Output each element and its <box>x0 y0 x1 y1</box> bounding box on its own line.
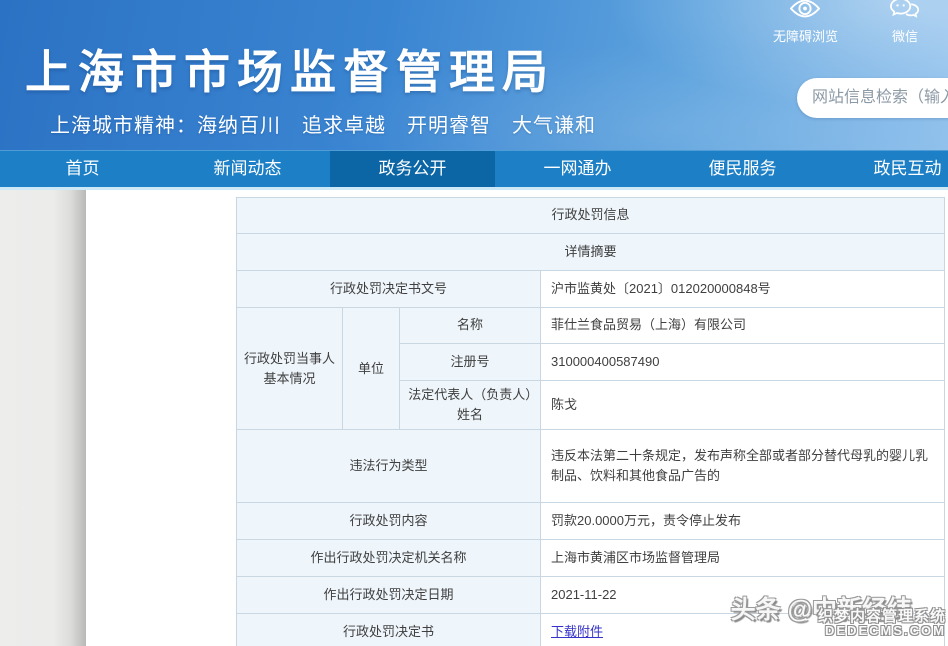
table-subtitle: 详情摘要 <box>237 234 945 271</box>
eye-icon <box>790 0 820 24</box>
wechat-button[interactable]: 微信 <box>890 0 920 45</box>
nav-tab-gov-affairs[interactable]: 政务公开 <box>330 151 495 187</box>
table-title: 行政处罚信息 <box>237 198 945 234</box>
nav-tab-one-stop[interactable]: 一网通办 <box>495 151 660 187</box>
party-info-label: 行政处罚当事人基本情况 <box>237 308 343 430</box>
decision-date-label: 作出行政处罚决定日期 <box>237 577 541 614</box>
decision-doc-label: 行政处罚决定书 <box>237 614 541 646</box>
site-search <box>797 78 948 118</box>
doc-no-value: 沪市监黄处〔2021〕012020000848号 <box>541 271 945 308</box>
unit-label: 单位 <box>343 308 400 430</box>
content-area: 行政处罚信息 详情摘要 行政处罚决定书文号 沪市监黄处〔2021〕0120200… <box>0 190 948 646</box>
wechat-icon <box>890 0 920 24</box>
name-label: 名称 <box>400 308 541 344</box>
penalty-content-label: 行政处罚内容 <box>237 503 541 540</box>
utility-bar: 无障碍浏览 微信 <box>773 0 920 45</box>
accessibility-label: 无障碍浏览 <box>773 26 838 45</box>
main-nav: 首页 新闻动态 政务公开 一网通办 便民服务 政民互动 <box>0 150 948 187</box>
site-slogan: 上海城市精神：海纳百川 追求卓越 开明睿智 大气谦和 <box>50 109 596 138</box>
nav-tab-home[interactable]: 首页 <box>0 151 165 187</box>
penalty-content-value: 罚款20.0000万元，责令停止发布 <box>541 503 945 540</box>
search-input[interactable] <box>797 78 948 118</box>
accessibility-button[interactable]: 无障碍浏览 <box>773 0 838 45</box>
nav-tab-services[interactable]: 便民服务 <box>660 151 825 187</box>
reg-no-label: 注册号 <box>400 344 541 381</box>
violation-type-value: 违反本法第二十条规定，发布声称全部或者部分替代母乳的婴儿乳制品、饮料和其他食品广… <box>541 430 945 503</box>
site-title: 上海市市场监督管理局 <box>25 36 555 102</box>
page: 无障碍浏览 微信 上海市市场监督管理局 上海城市精神：海纳百川 追求卓越 开明睿… <box>0 0 948 646</box>
authority-label: 作出行政处罚决定机关名称 <box>237 540 541 577</box>
nav-tab-news[interactable]: 新闻动态 <box>165 151 330 187</box>
site-header: 无障碍浏览 微信 上海市市场监督管理局 上海城市精神：海纳百川 追求卓越 开明睿… <box>0 0 948 150</box>
legal-rep-label: 法定代表人（负责人）姓名 <box>400 381 541 430</box>
reg-no-value: 310000400587490 <box>541 344 945 381</box>
nav-tab-interaction[interactable]: 政民互动 <box>825 151 948 187</box>
download-attachment-link[interactable]: 下载附件 <box>551 624 603 639</box>
violation-type-label: 违法行为类型 <box>237 430 541 503</box>
authority-value: 上海市黄浦区市场监督管理局 <box>541 540 945 577</box>
page-gutter <box>0 190 86 646</box>
legal-rep-value: 陈戈 <box>541 381 945 430</box>
wechat-label: 微信 <box>892 26 918 45</box>
name-value: 菲仕兰食品贸易（上海）有限公司 <box>541 308 945 344</box>
decision-date-value: 2021-11-22 <box>541 577 945 614</box>
penalty-table: 行政处罚信息 详情摘要 行政处罚决定书文号 沪市监黄处〔2021〕0120200… <box>236 197 945 646</box>
doc-no-label: 行政处罚决定书文号 <box>237 271 541 308</box>
